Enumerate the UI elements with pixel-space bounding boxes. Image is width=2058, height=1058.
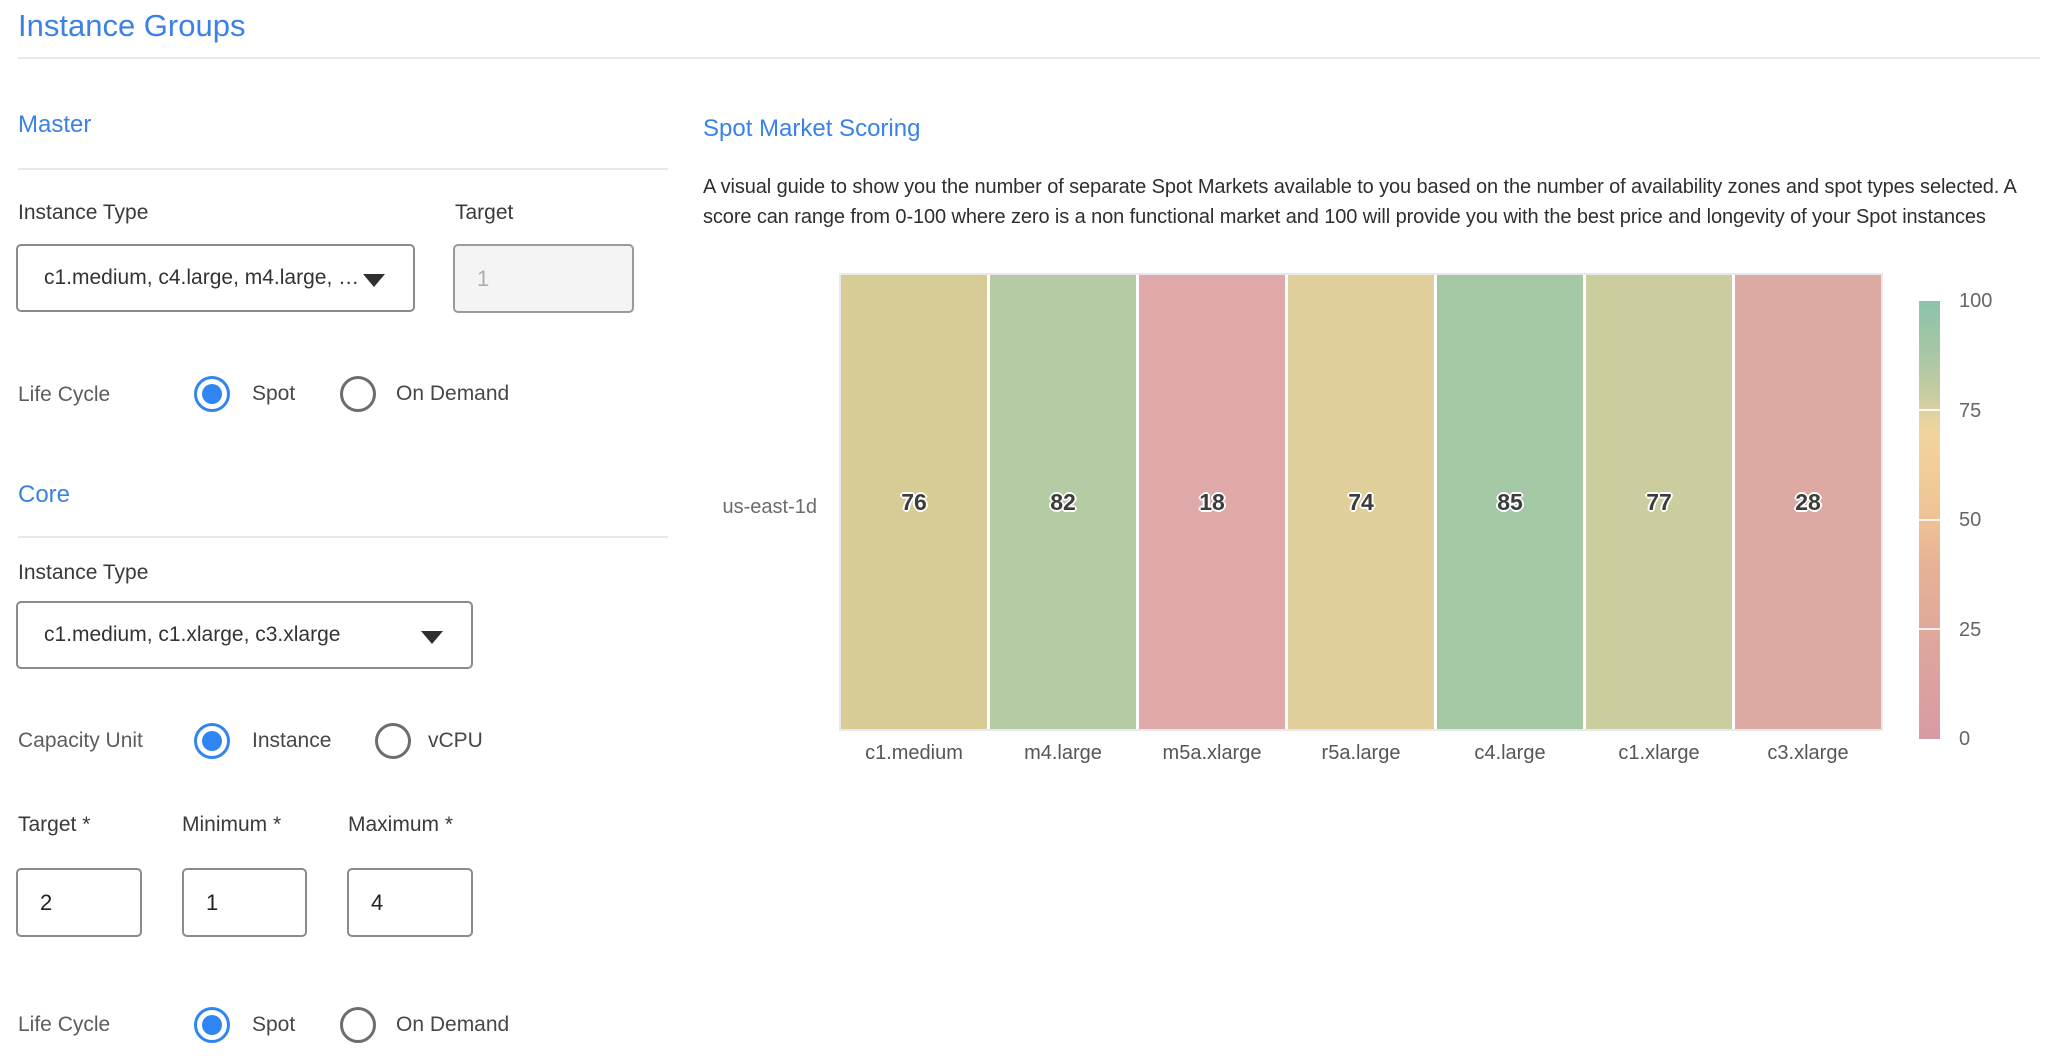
core-divider [18,536,668,538]
core-maximum-input[interactable] [347,868,473,937]
heatmap-x-label-r5a.large: r5a.large [1288,742,1434,765]
core-instance-type-select[interactable]: c1.medium, c1.xlarge, c3.xlarge [16,601,473,669]
heatmap-cell-c1.medium: 76 [841,275,987,729]
heatmap-cell-value: 74 [1348,489,1374,516]
core-instance-type-label: Instance Type [18,560,148,586]
core-target-input[interactable] [16,868,142,937]
colorbar-tick-50: 50 [1959,506,2029,534]
master-life-cycle-option-spot[interactable]: Spot [252,381,295,407]
instance-groups-page: Instance Groups Master Instance Type c1.… [0,0,2058,1058]
core-maximum-label: Maximum * [348,812,453,838]
core-instance-type-value: c1.medium, c1.xlarge, c3.xlarge [44,623,340,647]
scoring-description: A visual guide to show you the number of… [703,172,2055,232]
master-divider [18,168,668,170]
core-target-label: Target * [18,812,90,838]
colorbar-tick-25: 25 [1959,616,2029,644]
master-life-cycle-label: Life Cycle [18,382,110,408]
core-life-cycle-label: Life Cycle [18,1012,110,1038]
master-life-cycle-radio-on-demand[interactable] [340,376,376,412]
master-life-cycle-radio-spot[interactable] [194,376,230,412]
heatmap-x-label-m5a.xlarge: m5a.xlarge [1139,742,1285,765]
master-target-input[interactable] [453,244,634,313]
core-capacity-unit-radio-instance[interactable] [194,723,230,759]
heatmap-x-label-c4.large: c4.large [1437,742,1583,765]
heatmap-x-label-m4.large: m4.large [990,742,1136,765]
core-capacity-unit-option-instance[interactable]: Instance [252,728,331,754]
heatmap-cell-value: 18 [1199,489,1225,516]
heatmap-plot: 76 82 18 74 85 77 28 [839,273,1883,731]
page-title: Instance Groups [18,6,245,46]
header-divider [18,57,2040,59]
master-life-cycle-option-on-demand[interactable]: On Demand [396,381,509,407]
core-minimum-input[interactable] [182,868,307,937]
heatmap-cell-c1.xlarge: 77 [1586,275,1732,729]
heatmap-cell-value: 76 [901,489,927,516]
core-life-cycle-radio-spot[interactable] [194,1007,230,1043]
master-instance-type-value: c1.medium, c4.large, m4.large, … [44,266,359,290]
colorbar-separator-75 [1919,409,1940,411]
core-life-cycle-option-spot[interactable]: Spot [252,1012,295,1038]
heatmap-x-label-c1.medium: c1.medium [841,742,987,765]
chevron-down-icon [363,274,385,287]
heatmap-cell-c4.large: 85 [1437,275,1583,729]
core-life-cycle-radio-on-demand[interactable] [340,1007,376,1043]
colorbar-tick-100: 100 [1959,287,2029,315]
heatmap-x-label-c3.xlarge: c3.xlarge [1735,742,1881,765]
master-section-heading: Master [18,110,91,140]
heatmap-cell-value: 85 [1497,489,1523,516]
heatmap-x-label-c1.xlarge: c1.xlarge [1586,742,1732,765]
colorbar-separator-50 [1919,519,1940,521]
heatmap-cell-m4.large: 82 [990,275,1136,729]
master-instance-type-label: Instance Type [18,200,148,226]
master-target-label: Target [455,200,513,226]
scoring-section-heading: Spot Market Scoring [703,114,920,144]
heatmap-row-label: us-east-1d [690,494,817,520]
master-instance-type-select[interactable]: c1.medium, c4.large, m4.large, … [16,244,415,312]
colorbar-tick-75: 75 [1959,397,2029,425]
core-capacity-unit-radio-vcpu[interactable] [375,723,411,759]
heatmap-cell-r5a.large: 74 [1288,275,1434,729]
heatmap-cell-m5a.xlarge: 18 [1139,275,1285,729]
core-minimum-label: Minimum * [182,812,281,838]
colorbar-tick-0: 0 [1959,725,2029,753]
heatmap-colorbar [1919,301,1940,739]
core-capacity-unit-label: Capacity Unit [18,728,143,754]
heatmap-cell-c3.xlarge: 28 [1735,275,1881,729]
core-life-cycle-option-on-demand[interactable]: On Demand [396,1012,509,1038]
core-capacity-unit-option-vcpu[interactable]: vCPU [428,728,483,754]
colorbar-separator-25 [1919,628,1940,630]
heatmap-cell-value: 82 [1050,489,1076,516]
core-section-heading: Core [18,480,70,510]
chevron-down-icon [421,631,443,644]
heatmap-cell-value: 28 [1795,489,1821,516]
heatmap-cell-value: 77 [1646,489,1672,516]
